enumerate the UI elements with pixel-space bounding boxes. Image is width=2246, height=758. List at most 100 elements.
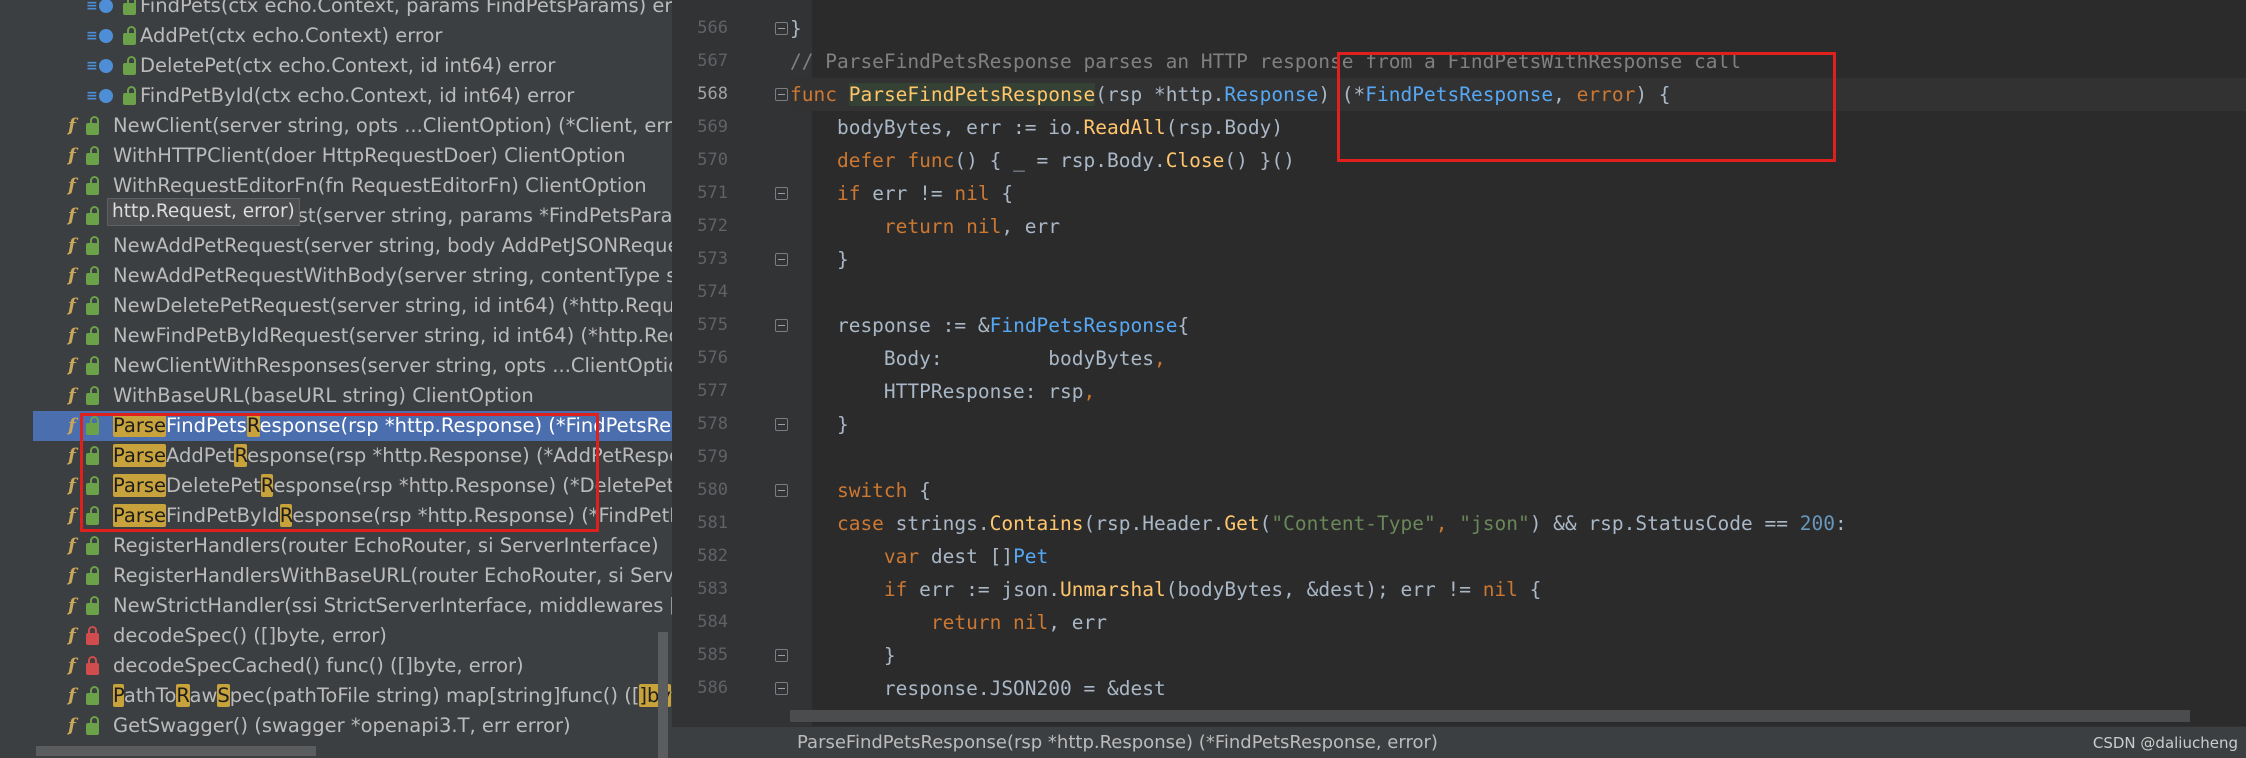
code-line[interactable]: if err != nil { [790, 177, 1013, 210]
structure-item[interactable]: FindPetById(ctx echo.Context, id int64) … [0, 81, 672, 111]
structure-item[interactable]: AddPet(ctx echo.Context) error [0, 21, 672, 51]
structure-item[interactable]: f ParseFindPetsResponse(rsp *http.Respons… [33, 411, 672, 441]
structure-item[interactable]: f WithBaseURL(baseURL string) ClientOptio… [0, 381, 672, 411]
interface-method-icon [86, 21, 113, 51]
structure-item[interactable]: f decodeSpec() ([]byte, error) [0, 621, 672, 651]
structure-item[interactable]: f decodeSpecCached() func() ([]byte, erro… [0, 651, 672, 681]
structure-item[interactable]: f ParseFindPetByIdResponse(rsp *http.Resp… [0, 501, 672, 531]
public-lock-icon [85, 146, 99, 165]
line-number: 572 [697, 216, 728, 236]
code-line[interactable]: response.JSON200 = &dest [790, 672, 1166, 705]
code-line[interactable]: var dest []Pet [790, 540, 1048, 573]
structure-item[interactable]: f NewClient(server string, opts ...Client… [0, 111, 672, 141]
structure-item[interactable]: f PathToRawSpec(pathToFile string) map[st… [0, 681, 672, 711]
function-icon: f [68, 595, 76, 616]
fold-marker-icon[interactable] [775, 418, 788, 431]
code-token: response.JSON200 = &dest [790, 677, 1166, 700]
structure-item-label: ParseAddPetResponse(rsp *http.Response) … [113, 444, 672, 467]
line-number: 586 [697, 678, 728, 698]
public-lock-icon [85, 116, 99, 135]
code-token: : [1834, 512, 1847, 535]
code-line[interactable]: func ParseFindPetsResponse(rsp *http.Res… [790, 78, 2246, 111]
structure-item[interactable]: f NewClientWithResponses(server string, o… [0, 351, 672, 381]
code-line[interactable]: defer func() { _ = rsp.Body.Close() }() [790, 144, 1295, 177]
line-number: 566 [697, 18, 728, 38]
code-token: Pet [1013, 545, 1049, 568]
code-line[interactable]: // ParseFindPetsResponse parses an HTTP … [790, 45, 1741, 78]
fold-marker-icon[interactable] [775, 253, 788, 266]
interface-method-icon [86, 81, 136, 111]
code-line[interactable]: bodyBytes, err := io.ReadAll(rsp.Body) [790, 111, 1283, 144]
structure-horizontal-scrollbar[interactable] [36, 746, 316, 756]
code-token: ( [1259, 512, 1272, 535]
code-line[interactable]: } [790, 408, 849, 441]
code-line[interactable]: } [790, 243, 849, 276]
structure-item[interactable]: f NewAddPetRequest(server string, body Ad… [0, 231, 672, 261]
public-lock-icon [85, 566, 99, 585]
code-token: , err [1048, 611, 1107, 634]
structure-item[interactable]: f GetSwagger() (swagger *openapi3.T, err … [0, 711, 672, 741]
code-token: switch [790, 479, 908, 502]
function-icon: f [68, 471, 99, 501]
code-line[interactable]: switch { [790, 474, 931, 507]
fold-marker-icon[interactable] [775, 682, 788, 695]
code-line[interactable]: response := &FindPetsResponse{ [790, 309, 1189, 342]
structure-item-label: WithHTTPClient(doer HttpRequestDoer) Cli… [113, 144, 626, 167]
editor-horizontal-scrollbar[interactable] [790, 710, 2190, 722]
public-lock-icon [85, 506, 99, 525]
code-token: nil [1482, 578, 1518, 601]
structure-item[interactable]: f NewFindPetByIdRequest(server string, id… [0, 321, 672, 351]
code-line[interactable]: case strings.Contains(rsp.Header.Get("Co… [790, 507, 1847, 540]
code-line[interactable]: Body: bodyBytes, [790, 342, 1166, 375]
fold-marker-icon[interactable] [775, 649, 788, 662]
public-lock-icon [85, 416, 99, 435]
line-number: 571 [697, 183, 728, 203]
structure-vertical-scrollbar[interactable] [658, 632, 668, 758]
fold-marker-icon[interactable] [775, 484, 788, 497]
structure-item[interactable]: f WithRequestEditorFn(fn RequestEditorFn)… [0, 171, 672, 201]
structure-item[interactable]: f WithHTTPClient(doer HttpRequestDoer) Cl… [0, 141, 672, 171]
structure-item[interactable]: fNewFindPetsRequest(server string, param… [0, 201, 672, 231]
fold-marker-icon[interactable] [775, 22, 788, 35]
code-token: , err [1001, 215, 1061, 238]
code-editor[interactable]: 566 567 568 569 570 571 572 573 574 575 576 577 578 5… [672, 0, 2246, 758]
fold-marker-icon[interactable] [775, 319, 788, 332]
code-token: if [790, 578, 908, 601]
line-number: 567 [697, 51, 728, 71]
public-lock-icon [123, 0, 136, 15]
code-token: var [790, 545, 920, 568]
structure-item[interactable]: f NewDeletePetRequest(server string, id i… [0, 291, 672, 321]
structure-item[interactable]: f NewAddPetRequestWithBody(server string,… [0, 261, 672, 291]
code-line[interactable]: HTTPResponse: rsp, [790, 375, 1095, 408]
code-token: strings. [883, 512, 990, 535]
function-icon: f [68, 505, 76, 526]
structure-item[interactable]: f RegisterHandlersWithBaseURL(router Echo… [0, 561, 672, 591]
breadcrumb[interactable]: ParseFindPetsResponse(rsp *http.Response… [797, 727, 1438, 758]
structure-item[interactable]: f NewStrictHandler(ssi StrictServerInterf… [0, 591, 672, 621]
interface-method-icon [86, 0, 136, 21]
function-icon: f [68, 235, 76, 256]
public-lock-icon [123, 86, 136, 105]
public-lock-icon [85, 266, 99, 285]
structure-item[interactable]: DeletePet(ctx echo.Context, id int64) er… [0, 51, 672, 81]
line-number: 569 [697, 117, 728, 137]
function-icon: f [68, 651, 99, 681]
structure-item-label: ParseDeletePetResponse(rsp *http.Respons… [113, 474, 672, 497]
structure-item[interactable]: f ParseAddPetResponse(rsp *http.Response)… [0, 441, 672, 471]
function-icon: f [68, 681, 99, 711]
structure-item[interactable]: f ParseDeletePetResponse(rsp *http.Respon… [0, 471, 672, 501]
code-line[interactable]: if err := json.Unmarshal(bodyBytes, &des… [790, 573, 1542, 606]
fold-marker-icon[interactable] [775, 187, 788, 200]
public-lock-icon [85, 536, 99, 555]
code-line[interactable]: return nil, err [790, 606, 1107, 639]
code-line[interactable]: } [790, 639, 896, 672]
private-lock-icon [85, 626, 99, 645]
code-line[interactable]: return nil, err [790, 210, 1060, 243]
structure-item[interactable]: FindPets(ctx echo.Context, params FindPe… [0, 0, 672, 21]
structure-item[interactable]: f RegisterHandlers(router EchoRouter, si … [0, 531, 672, 561]
code-token: ParseFindPetsResponse [848, 83, 1096, 106]
function-icon: f [68, 355, 76, 376]
code-line[interactable]: } [790, 12, 802, 45]
fold-marker-icon[interactable] [775, 88, 788, 101]
interface-method-icon [86, 81, 113, 111]
